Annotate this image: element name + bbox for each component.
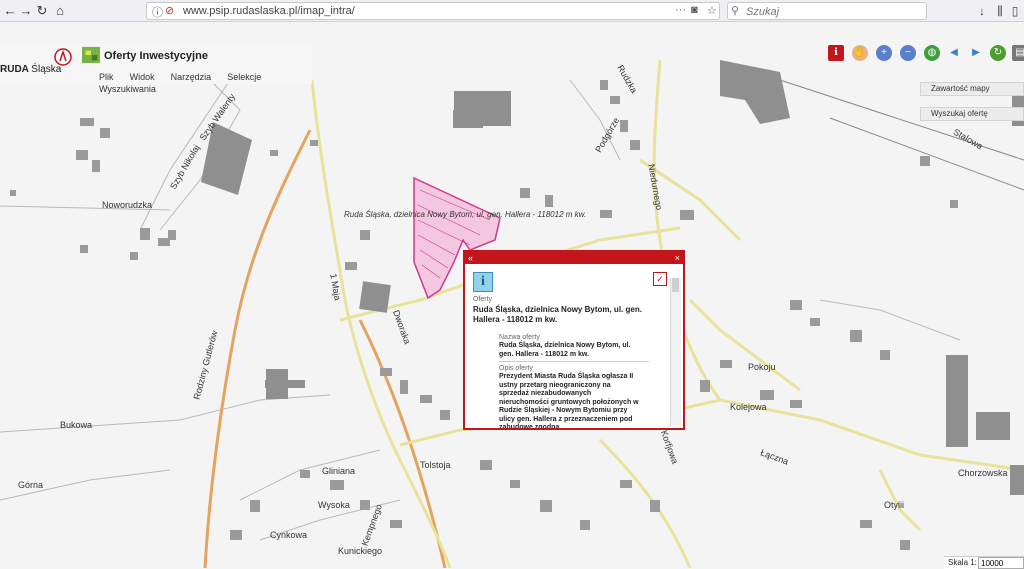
offer-name-label: Nazwa oferty <box>499 334 540 341</box>
popup-headline: Ruda Śląska, dzielnica Nowy Bytom, ul. g… <box>473 305 642 324</box>
info-tool-icon[interactable]: ℹ <box>828 45 844 61</box>
print-icon[interactable]: ▤ <box>1012 45 1024 61</box>
street-label: Cynkowa <box>270 530 308 540</box>
map-contents-button[interactable]: Zawartość mapy <box>920 82 1024 96</box>
page-actions-icon[interactable]: ··· <box>675 4 686 16</box>
menu-tools[interactable]: Narzędzia <box>171 72 212 82</box>
search-bar[interactable]: ⚲ <box>727 2 927 20</box>
app-menu: Plik Widok Narzędzia Selekcje Wyszukiwan… <box>99 71 312 95</box>
street-label: Górna <box>18 480 44 490</box>
refresh-icon[interactable]: ↻ <box>990 45 1006 61</box>
popup-scrollbar[interactable] <box>670 278 681 426</box>
street-label: Bukowa <box>60 420 93 430</box>
popup-titlebar: « × <box>465 252 683 264</box>
bookmark-star-icon[interactable]: ☆ <box>707 4 717 17</box>
info-icon: i <box>473 272 493 292</box>
browser-toolbar: ← → ↻ ⌂ ⓘ ⊘ www.psip.rudaslaska.pl/imap_… <box>0 0 1024 22</box>
pocket-icon[interactable]: ◙ <box>691 4 698 16</box>
offer-name-value: Ruda Śląska, dzielnica Nowy Bytom, ul. g… <box>499 342 631 358</box>
popup-scroll-thumb[interactable] <box>672 278 679 292</box>
scale-box: Skala 1: <box>944 556 1024 569</box>
street-label: Gliniana <box>322 466 356 476</box>
menu-view[interactable]: Widok <box>130 72 155 82</box>
search-icon: ⚲ <box>731 5 740 17</box>
scale-input[interactable] <box>978 557 1024 569</box>
popup-content: i ✓ Oferty Ruda Śląska, dzielnica Nowy B… <box>467 266 671 428</box>
popup-section-label: Oferty <box>473 296 493 303</box>
offer-popup[interactable]: « × i ✓ Oferty Ruda Śląska, dzielnica No… <box>463 250 685 430</box>
pan-hand-icon[interactable]: ✋ <box>852 45 868 61</box>
parcel-label[interactable]: Ruda Śląska, dzielnica Nowy Bytom, ul. g… <box>344 210 586 219</box>
street-label: Noworudzka <box>102 200 153 210</box>
url-text: www.psip.rudaslaska.pl/imap_intra/ <box>183 5 355 17</box>
info-icon[interactable]: ⓘ <box>152 4 163 20</box>
offer-description-value: Prezydent Miasta Ruda Śląska ogłasza II … <box>499 373 639 428</box>
search-offer-button[interactable]: Wyszukaj ofertę <box>920 107 1024 121</box>
popup-divider <box>499 361 649 362</box>
app-title: Oferty Inwestycyjne <box>104 50 208 62</box>
menu-searches[interactable]: Wyszukiwania <box>99 84 156 94</box>
street-label: Kolejowa <box>730 402 767 412</box>
search-input[interactable] <box>744 4 926 20</box>
popup-collapse-button[interactable]: « <box>468 252 473 264</box>
downloads-icon[interactable]: ↓ <box>975 3 989 19</box>
library-icon[interactable]: ⫼ <box>993 3 1007 19</box>
popup-checkbox[interactable]: ✓ <box>653 272 667 286</box>
previous-view-icon[interactable]: ◀ <box>946 45 962 61</box>
map-toolbar: ℹ ✋ + − ◍ ◀ ▶ ↻ ▤ <box>828 45 1024 63</box>
street-label: Otylii <box>884 500 904 510</box>
popup-close-button[interactable]: × <box>675 252 680 264</box>
street-label: Chorzowska <box>958 468 1008 478</box>
home-icon[interactable]: ⌂ <box>52 3 68 19</box>
zoom-out-icon[interactable]: − <box>900 45 916 61</box>
menu-file[interactable]: Plik <box>99 72 114 82</box>
insecure-lock-icon[interactable]: ⊘ <box>165 4 174 17</box>
full-extent-icon[interactable]: ◍ <box>924 45 940 61</box>
sidebar-icon[interactable]: ▯ <box>1008 3 1022 19</box>
reload-icon[interactable]: ↻ <box>34 3 50 19</box>
forward-icon[interactable]: → <box>18 3 34 19</box>
zoom-in-icon[interactable]: + <box>876 45 892 61</box>
offers-app-icon <box>82 46 100 64</box>
street-label: Kunickiego <box>338 546 383 556</box>
menu-selections[interactable]: Selekcje <box>227 72 261 82</box>
street-label: Wysoka <box>318 500 350 510</box>
next-view-icon[interactable]: ▶ <box>968 45 984 61</box>
street-label: Pokoju <box>748 362 776 372</box>
city-logo: RUDA Śląska <box>0 64 62 75</box>
offer-description-label: Opis oferty <box>499 365 533 372</box>
back-icon[interactable]: ← <box>2 3 18 19</box>
app-header: RUDA Śląska Oferty Inwestycyjne Plik Wid… <box>0 44 312 94</box>
url-bar[interactable]: ⓘ ⊘ www.psip.rudaslaska.pl/imap_intra/ ·… <box>146 2 720 20</box>
street-label: Tolstoja <box>420 460 451 470</box>
scale-label: Skala 1: <box>948 558 977 567</box>
